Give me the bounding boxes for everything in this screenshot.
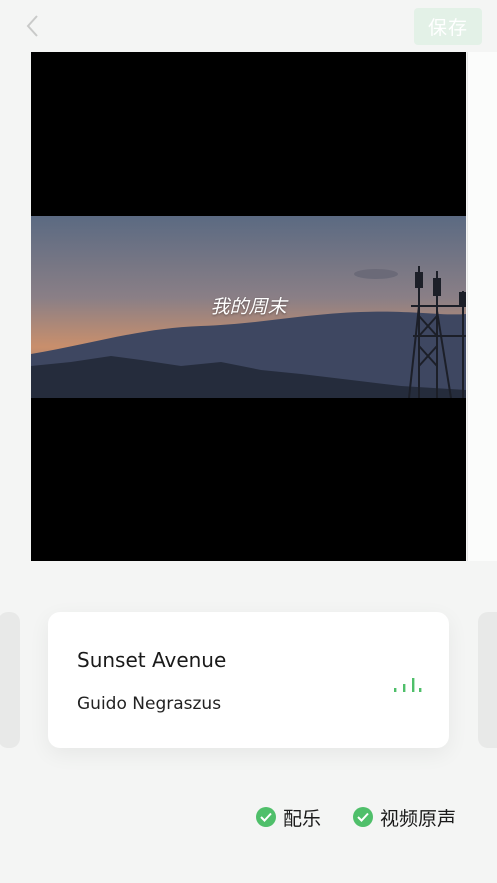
- top-bar: 保存: [0, 0, 497, 52]
- prev-music-card[interactable]: [0, 612, 20, 748]
- music-toggle-label: 配乐: [283, 807, 322, 830]
- video-caption: 我的周末: [210, 296, 287, 318]
- equalizer-icon: [394, 678, 422, 692]
- next-music-card[interactable]: [478, 612, 497, 748]
- video-preview[interactable]: 我的周末: [31, 52, 466, 561]
- original-sound-toggle[interactable]: 视频原声: [353, 800, 456, 834]
- save-button[interactable]: 保存: [414, 8, 482, 45]
- music-toggle[interactable]: 配乐: [256, 800, 321, 834]
- next-preview-edge: [467, 52, 497, 561]
- music-title: Sunset Avenue: [77, 648, 227, 672]
- original-sound-toggle-label: 视频原声: [380, 807, 457, 830]
- chevron-left-icon: [26, 15, 38, 37]
- music-artist: Guido Negraszus: [77, 694, 222, 714]
- check-icon: [353, 807, 373, 827]
- audio-options: 配乐 视频原声: [0, 800, 497, 834]
- music-card[interactable]: Sunset Avenue Guido Negraszus: [48, 612, 449, 748]
- back-button[interactable]: [18, 12, 46, 40]
- check-icon: [256, 807, 276, 827]
